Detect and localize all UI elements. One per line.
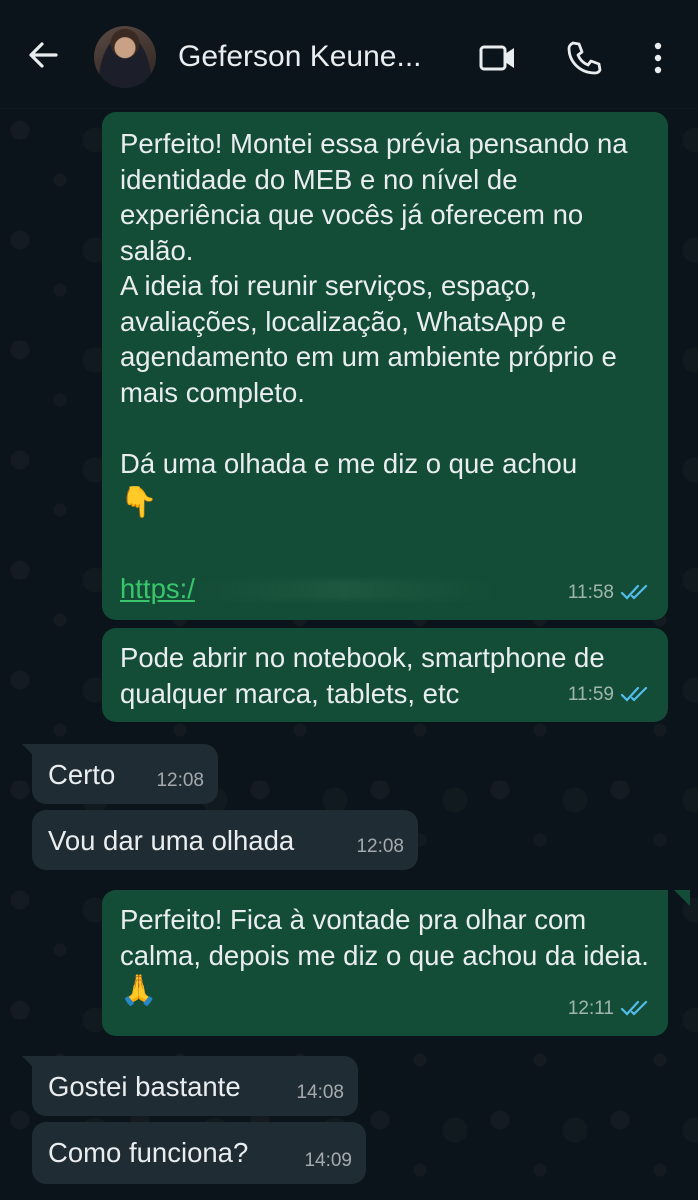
message-text: Pode abrir no notebook, smartphone de qu… bbox=[120, 642, 613, 709]
double-check-icon bbox=[620, 687, 648, 702]
outgoing-message[interactable]: Perfeito! Fica à vontade pra olhar com c… bbox=[102, 890, 668, 1036]
incoming-message[interactable]: Certo 12:08 bbox=[32, 744, 218, 804]
double-check-icon bbox=[620, 1001, 648, 1016]
message-text: Perfeito! Montei essa prévia pensando na… bbox=[120, 128, 628, 479]
message-time: 12:08 bbox=[156, 769, 204, 791]
arrow-left-icon[interactable] bbox=[26, 38, 60, 72]
message-time: 14:09 bbox=[304, 1149, 352, 1171]
message-text: Como funciona? bbox=[48, 1137, 249, 1168]
phone-icon[interactable] bbox=[564, 38, 604, 78]
incoming-message[interactable]: Vou dar uma olhada 12:08 bbox=[32, 810, 418, 870]
message-time: 11:58 bbox=[567, 581, 614, 603]
emoji: 🙏 bbox=[120, 973, 158, 1008]
message-text: Gostei bastante bbox=[48, 1071, 241, 1102]
message-text: Vou dar uma olhada bbox=[48, 825, 295, 856]
message-time: 12:11 bbox=[567, 997, 614, 1019]
double-check-icon bbox=[620, 585, 648, 600]
message-text: Certo bbox=[48, 759, 116, 790]
more-vert-icon[interactable] bbox=[640, 38, 680, 78]
message-meta: 12:11 bbox=[568, 991, 650, 1027]
message-link[interactable]: https:/ bbox=[120, 573, 195, 604]
message-text: Perfeito! Fica à vontade pra olhar com c… bbox=[120, 904, 649, 971]
message-meta: 11:59 bbox=[568, 677, 650, 713]
message-time: 14:08 bbox=[296, 1081, 344, 1103]
chat-header: Geferson Keune... bbox=[0, 0, 698, 109]
outgoing-message[interactable]: Perfeito! Montei essa prévia pensando na… bbox=[102, 112, 668, 620]
avatar[interactable] bbox=[94, 26, 156, 88]
message-meta: 12:08 bbox=[356, 829, 404, 865]
message-meta: 12:08 bbox=[156, 763, 204, 799]
message-meta: 14:08 bbox=[296, 1075, 344, 1111]
outgoing-message[interactable]: Pode abrir no notebook, smartphone de qu… bbox=[102, 628, 668, 722]
video-call-icon[interactable] bbox=[478, 38, 518, 78]
message-time: 12:08 bbox=[356, 835, 404, 857]
bubble-tail bbox=[674, 890, 690, 906]
message-time: 11:59 bbox=[567, 683, 614, 705]
message-meta: 11:58 bbox=[568, 575, 650, 611]
message-meta: 14:09 bbox=[304, 1143, 352, 1179]
contact-name[interactable]: Geferson Keune... bbox=[178, 40, 438, 74]
blurred-link bbox=[194, 580, 495, 601]
incoming-message[interactable]: Como funciona? 14:09 bbox=[32, 1122, 366, 1184]
emoji: 👇 bbox=[120, 485, 158, 520]
incoming-message[interactable]: Gostei bastante 14:08 bbox=[32, 1056, 358, 1116]
